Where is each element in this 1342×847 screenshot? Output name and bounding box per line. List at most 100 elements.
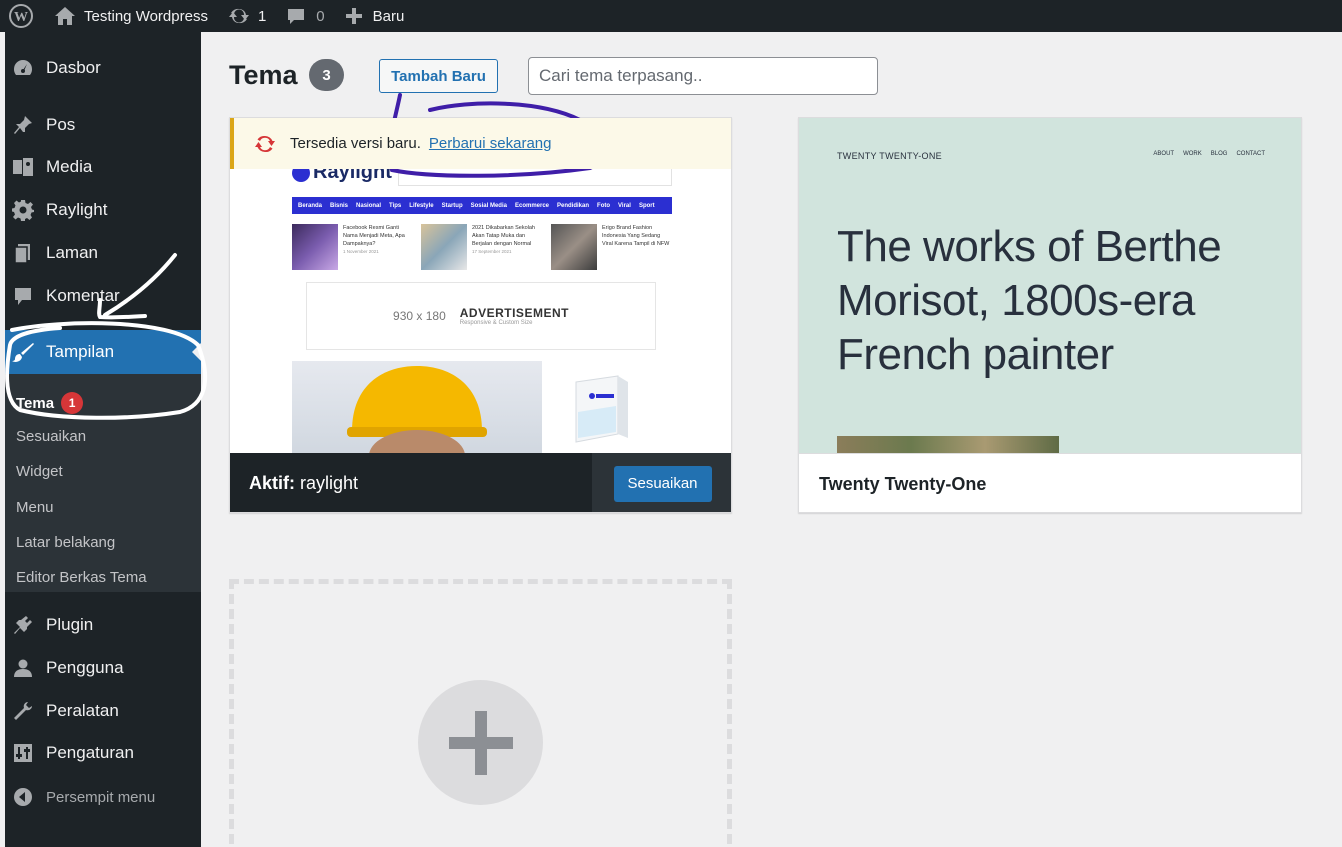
pin-icon — [11, 113, 35, 137]
sidebar-item-posts[interactable]: Pos — [5, 105, 201, 145]
user-icon — [11, 656, 35, 680]
svg-text:W: W — [14, 10, 28, 25]
comment-icon — [11, 284, 35, 308]
submenu-item-background[interactable]: Latar belakang — [16, 534, 115, 551]
submenu-item-theme-editor[interactable]: Editor Berkas Tema — [16, 569, 147, 586]
new-content-link[interactable]: Baru — [335, 0, 415, 32]
preview-hero-image — [292, 361, 542, 453]
sidebar-item-settings[interactable]: Pengaturan — [5, 733, 201, 773]
theme-search-input[interactable] — [528, 57, 878, 95]
collapse-arrow-icon — [11, 785, 35, 809]
wordpress-logo-icon[interactable]: W — [0, 0, 42, 32]
sidebar-item-appearance[interactable]: Tampilan — [5, 330, 201, 374]
updates-link[interactable]: 1 — [218, 0, 276, 32]
update-notice: Tersedia versi baru. Perbarui sekarang — [230, 118, 731, 169]
sidebar-item-comments[interactable]: Komentar — [5, 276, 201, 316]
active-theme-name: raylight — [300, 473, 359, 493]
sidebar-item-raylight[interactable]: Raylight — [5, 190, 201, 230]
preview-nav-item: Sosial Media — [470, 202, 507, 209]
sidebar-item-tools[interactable]: Peralatan — [5, 691, 201, 731]
ad-size-label: 930 x 180 — [393, 309, 446, 323]
submenu-item-widgets[interactable]: Widget — [16, 463, 63, 480]
ad-title: ADVERTISEMENT — [459, 306, 569, 320]
sidebar-item-pages[interactable]: Laman — [5, 233, 201, 273]
update-refresh-icon — [254, 133, 276, 155]
theme-count-badge: 3 — [309, 59, 344, 91]
preview-painting — [837, 436, 1059, 453]
add-new-theme-card[interactable] — [229, 579, 732, 847]
submenu-item-themes[interactable]: Tema 1 — [16, 392, 84, 414]
worker-illustration — [347, 366, 487, 453]
preview-post-date: 1 November 2021 — [343, 249, 379, 254]
site-name: Testing Wordpress — [84, 7, 208, 25]
preview-post: Erigo Brand Fashion Indonesia Yang Sedan… — [551, 224, 672, 270]
preview-post-title: Erigo Brand Fashion Indonesia Yang Sedan… — [602, 225, 670, 247]
theme-card-twenty-twenty-one[interactable]: TWENTY TWENTY-ONE ABOUT WORK BLOG CONTAC… — [798, 117, 1302, 513]
preview-post-thumb — [292, 224, 338, 270]
preview-nav-item: ABOUT — [1153, 151, 1175, 157]
site-name-link[interactable]: Testing Wordpress — [42, 0, 218, 32]
preview-nav-item: Lifestyle — [409, 202, 434, 209]
page-title: Tema — [229, 60, 298, 90]
brush-icon — [11, 340, 35, 364]
sidebar-item-label: Pos — [46, 115, 76, 134]
sidebar-item-label: Pengaturan — [46, 743, 134, 762]
home-icon — [55, 7, 75, 25]
preview-nav-item: Beranda — [298, 202, 323, 209]
plus-icon — [448, 710, 513, 775]
admin-bar: W Testing Wordpress 1 0 Baru — [0, 0, 1342, 32]
preview-nav: ABOUT WORK BLOG CONTACT — [1153, 151, 1265, 157]
preview-post: 2021 Dikabarkan Sekolah Akan Tatap Muka … — [421, 224, 542, 270]
admin-sidebar: Dasbor Pos Media Raylight Laman Komentar… — [5, 32, 201, 847]
active-theme-bar: Aktif: raylight Sesuaikan — [230, 453, 731, 512]
update-now-link[interactable]: Perbarui sekarang — [429, 135, 552, 152]
preview-nav-item: Startup — [441, 202, 463, 209]
preview-nav-bar: Beranda Bisnis Nasional Tips Lifestyle S… — [292, 197, 672, 214]
preview-nav-item: Viral — [618, 202, 631, 209]
plugin-icon — [11, 613, 35, 637]
sidebar-item-plugins[interactable]: Plugin — [5, 605, 201, 645]
theme-name: Twenty Twenty-One — [819, 473, 987, 494]
preview-nav-item: CONTACT — [1236, 151, 1265, 157]
sidebar-item-label: Plugin — [46, 615, 94, 634]
preview-search-box — [398, 169, 672, 186]
gear-icon — [11, 198, 35, 222]
theme-screenshot: Raylight Beranda Bisnis Nasional Tips Li… — [230, 169, 731, 453]
updates-icon — [228, 8, 249, 24]
sidebar-item-users[interactable]: Pengguna — [5, 648, 201, 688]
preview-post-date: 17 September 2021 — [472, 249, 512, 254]
new-label: Baru — [372, 7, 405, 25]
preview-nav-item: Sport — [638, 202, 655, 209]
sidebar-item-label: Komentar — [46, 286, 120, 305]
submenu-item-menus[interactable]: Menu — [16, 499, 54, 516]
submenu-item-customize[interactable]: Sesuaikan — [16, 428, 86, 445]
settings-icon — [11, 741, 35, 765]
preview-nav-item: Nasional — [356, 202, 382, 209]
preview-post: Facebook Resmi Ganti Nama Menjadi Meta, … — [292, 224, 413, 270]
theme-card-active[interactable]: Tersedia versi baru. Perbarui sekarang R… — [229, 117, 732, 513]
sidebar-item-label: Dasbor — [46, 58, 101, 77]
update-count-badge: 1 — [61, 392, 84, 414]
add-new-theme-button[interactable]: Tambah Baru — [379, 59, 498, 93]
plus-icon — [345, 8, 362, 24]
preview-nav-item: Foto — [597, 202, 611, 209]
preview-post-thumb — [421, 224, 467, 270]
preview-nav-item: BLOG — [1210, 151, 1228, 157]
active-label: Aktif: — [249, 473, 295, 493]
sidebar-item-label: Pengguna — [46, 658, 124, 677]
submenu-item-label: Tema — [16, 394, 55, 412]
preview-product-box — [556, 372, 640, 447]
updates-count: 1 — [257, 7, 267, 25]
sidebar-item-dashboard[interactable]: Dasbor — [5, 48, 201, 88]
customize-button[interactable]: Sesuaikan — [613, 465, 712, 502]
raylight-logo: Raylight — [292, 169, 392, 184]
sidebar-item-label: Raylight — [46, 200, 108, 219]
sidebar-item-label: Laman — [46, 243, 98, 262]
preview-post-thumb — [551, 224, 597, 270]
collapse-menu-button[interactable]: Persempit menu — [5, 777, 201, 817]
sidebar-item-media[interactable]: Media — [5, 147, 201, 187]
media-icon — [11, 155, 35, 179]
theme-name-bar: Twenty Twenty-One — [799, 453, 1301, 512]
preview-nav-item: Bisnis — [330, 202, 349, 209]
comments-link[interactable]: 0 — [276, 0, 334, 32]
